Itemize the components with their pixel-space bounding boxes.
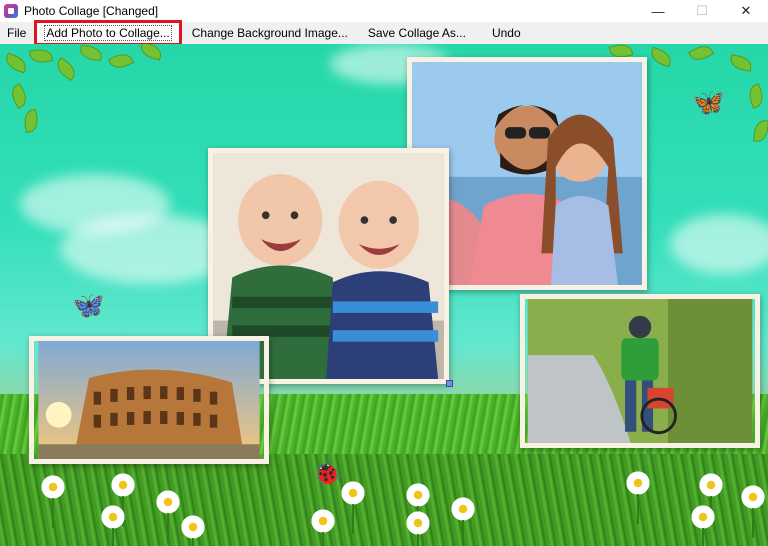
menu-bar: File Add Photo to Collage... Change Back… bbox=[0, 20, 768, 46]
menu-add-photo[interactable]: Add Photo to Collage... bbox=[34, 20, 182, 46]
window-controls: — ☐ ✕ bbox=[636, 0, 768, 22]
minimize-button[interactable]: — bbox=[636, 0, 680, 22]
leaves-top-left bbox=[0, 44, 180, 144]
daisy-icon bbox=[625, 470, 651, 524]
menu-undo[interactable]: Undo bbox=[485, 23, 528, 43]
cloud bbox=[670, 214, 768, 274]
menu-change-background[interactable]: Change Background Image... bbox=[185, 23, 355, 43]
grass-foreground bbox=[0, 454, 768, 546]
daisy-icon bbox=[100, 504, 126, 546]
colosseum-image bbox=[38, 341, 260, 459]
photo-child-bike[interactable] bbox=[520, 294, 760, 448]
daisy-icon bbox=[690, 504, 716, 546]
daisy-icon bbox=[310, 508, 336, 546]
daisy-icon bbox=[40, 474, 66, 528]
butterfly-icon: 🦋 bbox=[72, 290, 105, 320]
daisy-icon bbox=[405, 482, 431, 536]
daisy-icon bbox=[450, 496, 476, 546]
close-button[interactable]: ✕ bbox=[724, 0, 768, 22]
collage-canvas[interactable]: 🦋 🦋 🐞 bbox=[0, 44, 768, 546]
app-logo-icon bbox=[4, 4, 18, 18]
daisy-icon bbox=[740, 484, 766, 538]
daisy-icon bbox=[110, 472, 136, 526]
daisy-icon bbox=[180, 514, 206, 546]
ladybug-icon: 🐞 bbox=[312, 460, 342, 487]
child-bike-image bbox=[527, 299, 753, 443]
resize-handle[interactable] bbox=[446, 380, 453, 387]
daisy-icon bbox=[698, 472, 724, 526]
title-bar: Photo Collage [Changed] — ☐ ✕ bbox=[0, 0, 768, 22]
butterfly-icon: 🦋 bbox=[692, 87, 725, 117]
daisy-icon bbox=[340, 480, 366, 534]
maximize-button[interactable]: ☐ bbox=[680, 0, 724, 22]
photo-colosseum[interactable] bbox=[29, 336, 269, 464]
window-title: Photo Collage [Changed] bbox=[24, 4, 159, 18]
daisy-icon bbox=[155, 489, 181, 543]
menu-save-as[interactable]: Save Collage As... bbox=[361, 23, 473, 43]
menu-file[interactable]: File bbox=[0, 23, 33, 43]
menu-add-photo-label: Add Photo to Collage... bbox=[44, 25, 172, 41]
daisy-icon bbox=[405, 510, 431, 546]
